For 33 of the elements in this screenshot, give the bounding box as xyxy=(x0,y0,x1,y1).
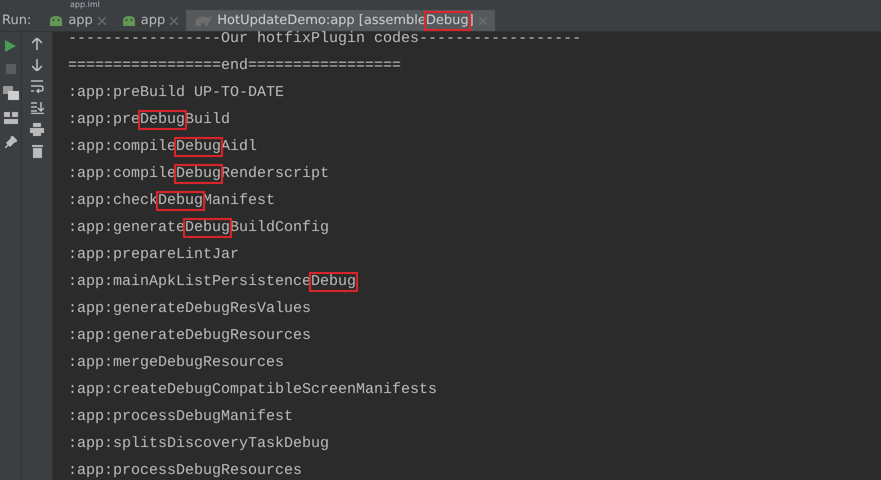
restore-layout-icon[interactable] xyxy=(2,86,18,100)
console-line: :app:generateDebugResValues xyxy=(68,299,312,319)
console-line: :app:mergeDebugResources xyxy=(68,353,286,373)
run-icon[interactable] xyxy=(5,40,16,52)
arrow-up-icon[interactable] xyxy=(32,38,42,50)
arrow-down-icon[interactable] xyxy=(32,59,42,71)
layout-icon[interactable] xyxy=(4,112,18,124)
scroll-to-end-icon[interactable] xyxy=(30,102,44,114)
console-line: :app:mainApkListPersistenceDebug xyxy=(68,272,358,292)
console-line: :app:createDebugCompatibleScreenManifests xyxy=(68,380,438,400)
console-line: :app:processDebugResources xyxy=(68,461,304,480)
console-line: :app:prepareLintJar xyxy=(68,245,240,265)
console-line: :app:processDebugManifest xyxy=(68,407,294,427)
trash-icon[interactable] xyxy=(32,145,42,158)
elephant-icon xyxy=(194,14,212,26)
android-icon xyxy=(49,14,64,26)
console-line: :app:checkDebugManifest xyxy=(68,191,276,211)
android-icon xyxy=(122,14,136,26)
console-line: =================end================= xyxy=(68,56,402,76)
run-tab[interactable]: app xyxy=(41,10,114,31)
console-line: :app:compileDebugAidl xyxy=(68,137,258,157)
console-line: :app:splitsDiscoveryTaskDebug xyxy=(68,434,330,454)
file-tab[interactable]: app.iml xyxy=(70,0,100,10)
run-tab[interactable]: app xyxy=(114,10,186,31)
print-icon[interactable] xyxy=(30,123,44,136)
soft-wrap-icon[interactable] xyxy=(30,80,44,93)
console-line: :app:generateDebugResources xyxy=(68,326,312,346)
run-label: Run: xyxy=(1,12,32,30)
console-line: :app:compileDebugRenderscript xyxy=(68,164,330,184)
console-line: :app:generateDebugBuildConfig xyxy=(68,218,330,238)
console-line: :app:preBuild UP-TO-DATE xyxy=(68,83,286,103)
pin-icon[interactable] xyxy=(4,136,16,148)
console-line: -----------------Our hotfixPlugin codes------------------ xyxy=(68,29,582,49)
